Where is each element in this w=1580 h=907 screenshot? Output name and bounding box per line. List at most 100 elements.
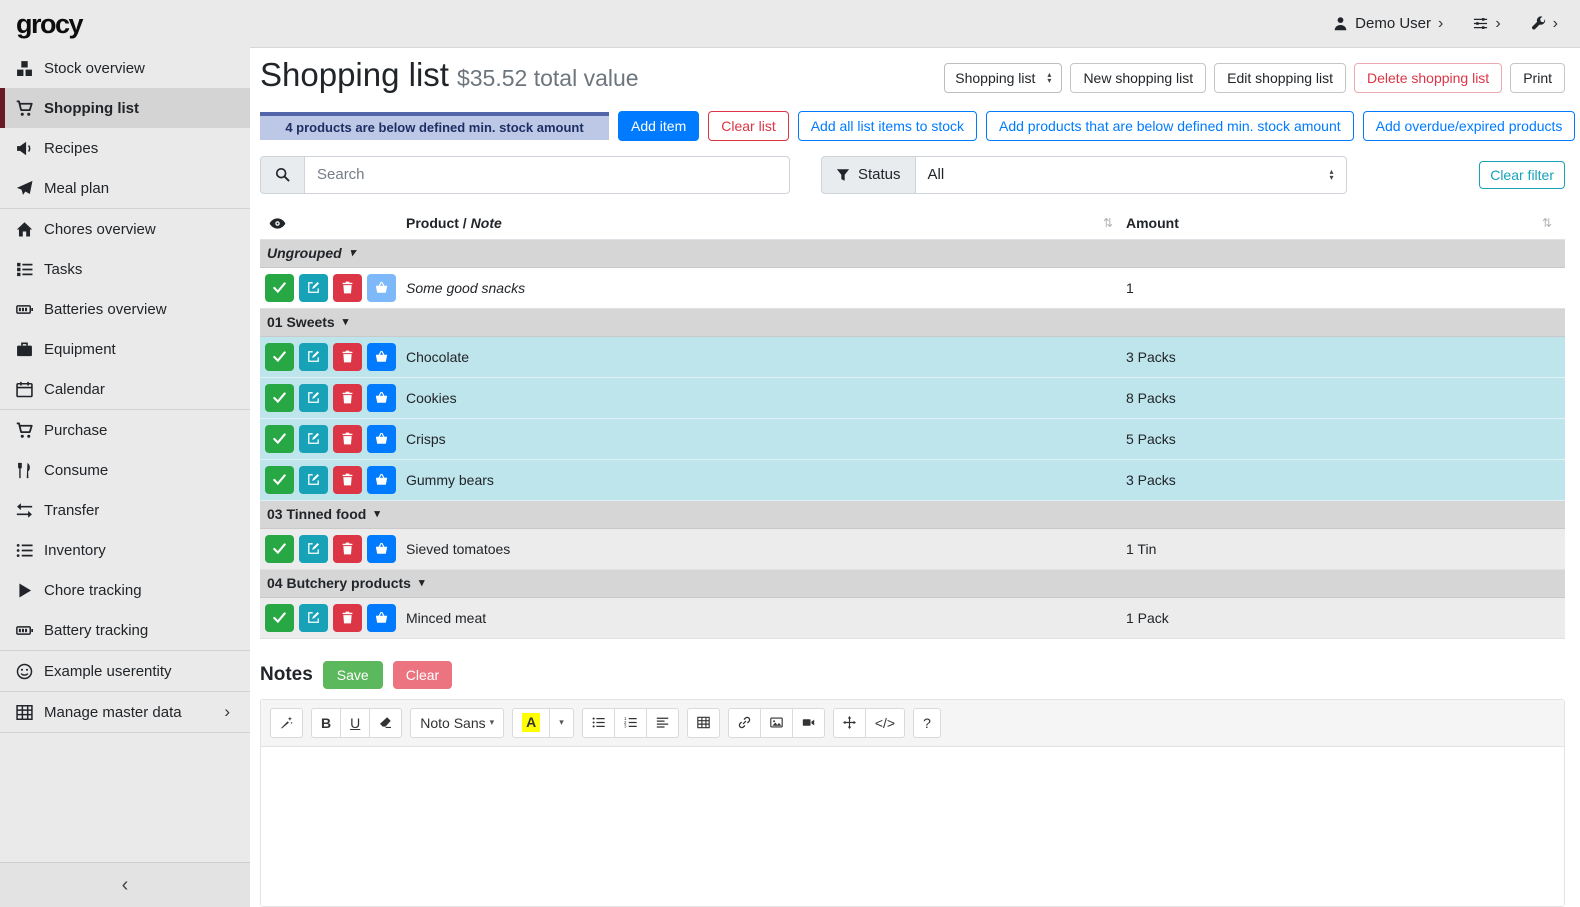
toolbar-clear-format-button[interactable] [369, 708, 402, 738]
edit-shopping-list-button[interactable]: Edit shopping list [1214, 63, 1346, 93]
toolbar-help-button[interactable]: ? [913, 708, 941, 738]
add-to-stock-button[interactable] [367, 274, 396, 302]
toggle-done-column[interactable] [260, 215, 406, 232]
sidebar-item-calendar[interactable]: Calendar [0, 369, 250, 409]
toolbar-underline-button[interactable]: U [340, 708, 370, 738]
shopping-list-select[interactable]: Shopping list ▴▾ [944, 63, 1062, 93]
sidebar-item-batteries-overview[interactable]: Batteries overview [0, 289, 250, 329]
search-input[interactable] [304, 156, 790, 194]
product-group-row[interactable]: 04 Butchery products▾ [260, 570, 1565, 598]
add-to-stock-button[interactable] [367, 343, 396, 371]
amount-header-label: Amount [1126, 215, 1179, 231]
delete-item-button[interactable] [333, 343, 362, 371]
delete-item-button[interactable] [333, 535, 362, 563]
add-to-stock-button[interactable] [367, 466, 396, 494]
toolbar-ordered-list-button[interactable] [614, 708, 647, 738]
user-menu[interactable]: Demo User › [1333, 15, 1443, 32]
product-group-row[interactable]: 03 Tinned food▾ [260, 501, 1565, 529]
sidebar-item-chores-overview[interactable]: Chores overview [0, 209, 250, 249]
add-to-stock-button[interactable] [367, 604, 396, 632]
pencil-icon [307, 391, 320, 404]
trash-icon [341, 611, 354, 624]
sidebar-item-manage-master-data[interactable]: Manage master data› [0, 692, 250, 732]
sort-icon[interactable]: ⇅ [1542, 216, 1552, 230]
sidebar-item-recipes[interactable]: Recipes [0, 128, 250, 168]
sidebar-item-example-userentity[interactable]: Example userentity [0, 651, 250, 691]
add-to-stock-button[interactable] [367, 384, 396, 412]
sidebar-item-transfer[interactable]: Transfer [0, 490, 250, 530]
toolbar-insert-picture-button[interactable] [760, 708, 793, 738]
toolbar-font-name-button[interactable]: Noto Sans▾ [410, 708, 504, 738]
clear-filter-button[interactable]: Clear filter [1479, 161, 1565, 189]
add-below-min-stock-button[interactable]: Add products that are below defined min.… [986, 111, 1354, 141]
sidebar-item-shopping-list[interactable]: Shopping list [0, 88, 250, 128]
add-item-button[interactable]: Add item [618, 111, 699, 141]
mark-done-button[interactable] [265, 384, 294, 412]
toolbar-bold-button[interactable]: B [311, 708, 341, 738]
edit-item-button[interactable] [299, 384, 328, 412]
mark-done-button[interactable] [265, 466, 294, 494]
toolbar-insert-table-button[interactable] [687, 708, 720, 738]
sidebar-item-equipment[interactable]: Equipment [0, 329, 250, 369]
product-group-row[interactable]: Ungrouped▾ [260, 240, 1565, 268]
status-select[interactable]: All ▴▾ [915, 156, 1347, 194]
toolbar-color-picker-button[interactable]: ▾ [549, 708, 574, 738]
sidebar-item-battery-tracking[interactable]: Battery tracking [0, 610, 250, 650]
edit-item-button[interactable] [299, 604, 328, 632]
edit-item-button[interactable] [299, 274, 328, 302]
mark-done-button[interactable] [265, 604, 294, 632]
new-shopping-list-button[interactable]: New shopping list [1070, 63, 1206, 93]
mark-done-button[interactable] [265, 535, 294, 563]
add-overdue-button[interactable]: Add overdue/expired products [1363, 111, 1576, 141]
edit-item-button[interactable] [299, 425, 328, 453]
settings-menu[interactable]: › [1473, 16, 1500, 32]
sidebar-item-purchase[interactable]: Purchase [0, 410, 250, 450]
notes-editor[interactable] [261, 747, 1564, 906]
admin-menu[interactable]: › [1531, 16, 1558, 32]
product-column-header[interactable]: Product / Note ⇅ [406, 215, 1126, 231]
product-group-row[interactable]: 01 Sweets▾ [260, 309, 1565, 337]
edit-item-button[interactable] [299, 466, 328, 494]
toolbar-group [582, 708, 679, 738]
toolbar-code-view-button[interactable]: </> [865, 708, 905, 738]
shopping-list-select-value: Shopping list [955, 70, 1035, 86]
toolbar-fore-color-button[interactable]: A [512, 708, 550, 738]
sidebar-item-chore-tracking[interactable]: Chore tracking [0, 570, 250, 610]
toolbar-style-button[interactable] [270, 708, 303, 738]
notes-save-button[interactable]: Save [323, 661, 383, 689]
sidebar-collapse-button[interactable]: ‹ [0, 862, 250, 907]
toolbar-button-label: </> [875, 715, 895, 731]
add-to-stock-button[interactable] [367, 425, 396, 453]
sidebar-item-consume[interactable]: Consume [0, 450, 250, 490]
delete-item-button[interactable] [333, 384, 362, 412]
print-button[interactable]: Print [1510, 63, 1565, 93]
toolbar-unordered-list-button[interactable] [582, 708, 615, 738]
delete-item-button[interactable] [333, 466, 362, 494]
edit-item-button[interactable] [299, 535, 328, 563]
sort-icon[interactable]: ⇅ [1103, 216, 1113, 230]
toolbar-insert-video-button[interactable] [792, 708, 825, 738]
toolbar-insert-link-button[interactable] [728, 708, 761, 738]
sidebar-item-inventory[interactable]: Inventory [0, 530, 250, 570]
edit-item-button[interactable] [299, 343, 328, 371]
delete-shopping-list-button[interactable]: Delete shopping list [1354, 63, 1502, 93]
add-all-to-stock-button[interactable]: Add all list items to stock [798, 111, 977, 141]
toolbar-fullscreen-button[interactable] [833, 708, 866, 738]
mark-done-button[interactable] [265, 343, 294, 371]
sidebar-item-stock-overview[interactable]: Stock overview [0, 48, 250, 88]
add-to-stock-button[interactable] [367, 535, 396, 563]
clear-list-button[interactable]: Clear list [708, 111, 788, 141]
delete-item-button[interactable] [333, 274, 362, 302]
notes-clear-button[interactable]: Clear [393, 661, 452, 689]
sidebar-item-tasks[interactable]: Tasks [0, 249, 250, 289]
basket-icon [375, 473, 388, 486]
toolbar-paragraph-button[interactable] [646, 708, 679, 738]
sidebar-item-meal-plan[interactable]: Meal plan [0, 168, 250, 208]
amount-column-header[interactable]: Amount ⇅ [1126, 215, 1565, 231]
delete-item-button[interactable] [333, 604, 362, 632]
mark-done-button[interactable] [265, 274, 294, 302]
sidebar-item-label: Calendar [44, 381, 105, 398]
delete-item-button[interactable] [333, 425, 362, 453]
mark-done-button[interactable] [265, 425, 294, 453]
pencil-icon [307, 350, 320, 363]
